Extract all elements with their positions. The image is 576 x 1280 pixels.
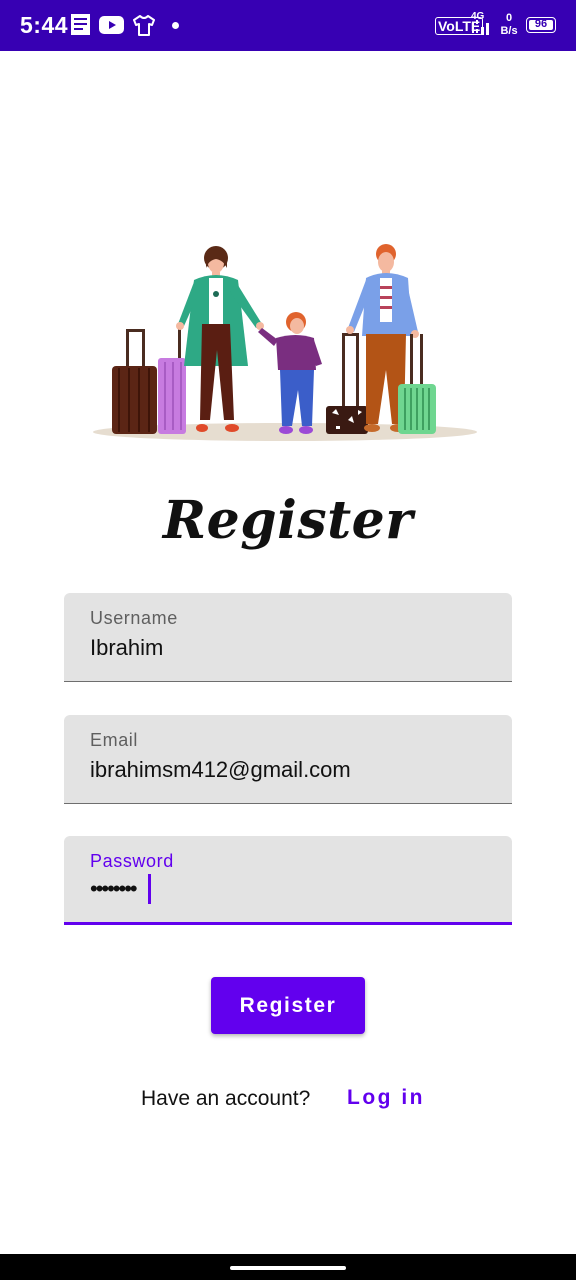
dot-icon	[172, 22, 179, 29]
signal-icon	[472, 20, 489, 35]
battery-icon: 96	[526, 17, 556, 33]
login-link[interactable]: Log in	[347, 1086, 425, 1110]
youtube-icon	[99, 16, 124, 34]
status-bar: 5:44 VoLTE 4G 0 B/s 96	[0, 0, 576, 51]
brown-suitcase	[112, 329, 157, 434]
black-suitcase	[326, 333, 368, 434]
network-speed: 0 B/s	[498, 12, 520, 38]
page-title: Register	[162, 490, 414, 551]
register-button[interactable]: Register	[211, 977, 365, 1034]
have-account-text: Have an account?	[141, 1087, 311, 1110]
username-input[interactable]: Ibrahim	[90, 635, 163, 661]
woman-figure	[176, 246, 264, 432]
password-field[interactable]: Password ••••••••	[64, 836, 512, 925]
status-time: 5:44	[20, 12, 69, 38]
battery-level: 96	[534, 18, 548, 30]
username-label: Username	[90, 608, 178, 628]
family-travel-illustration	[93, 244, 477, 441]
password-label: Password	[90, 851, 174, 871]
password-input[interactable]: ••••••••	[90, 876, 138, 902]
navigation-bar	[0, 1254, 576, 1280]
email-label: Email	[90, 730, 139, 750]
username-field[interactable]: Username Ibrahim	[64, 593, 512, 682]
shirt-icon	[133, 15, 155, 36]
email-input[interactable]: ibrahimsm412@gmail.com	[90, 757, 351, 783]
home-indicator[interactable]	[230, 1266, 346, 1270]
notes-icon	[71, 14, 90, 35]
child-figure	[258, 312, 322, 434]
speed-value: 0	[505, 12, 513, 24]
text-cursor	[148, 874, 151, 904]
purple-suitcase	[158, 326, 186, 434]
speed-unit: B/s	[500, 25, 518, 37]
email-field[interactable]: Email ibrahimsm412@gmail.com	[64, 715, 512, 804]
